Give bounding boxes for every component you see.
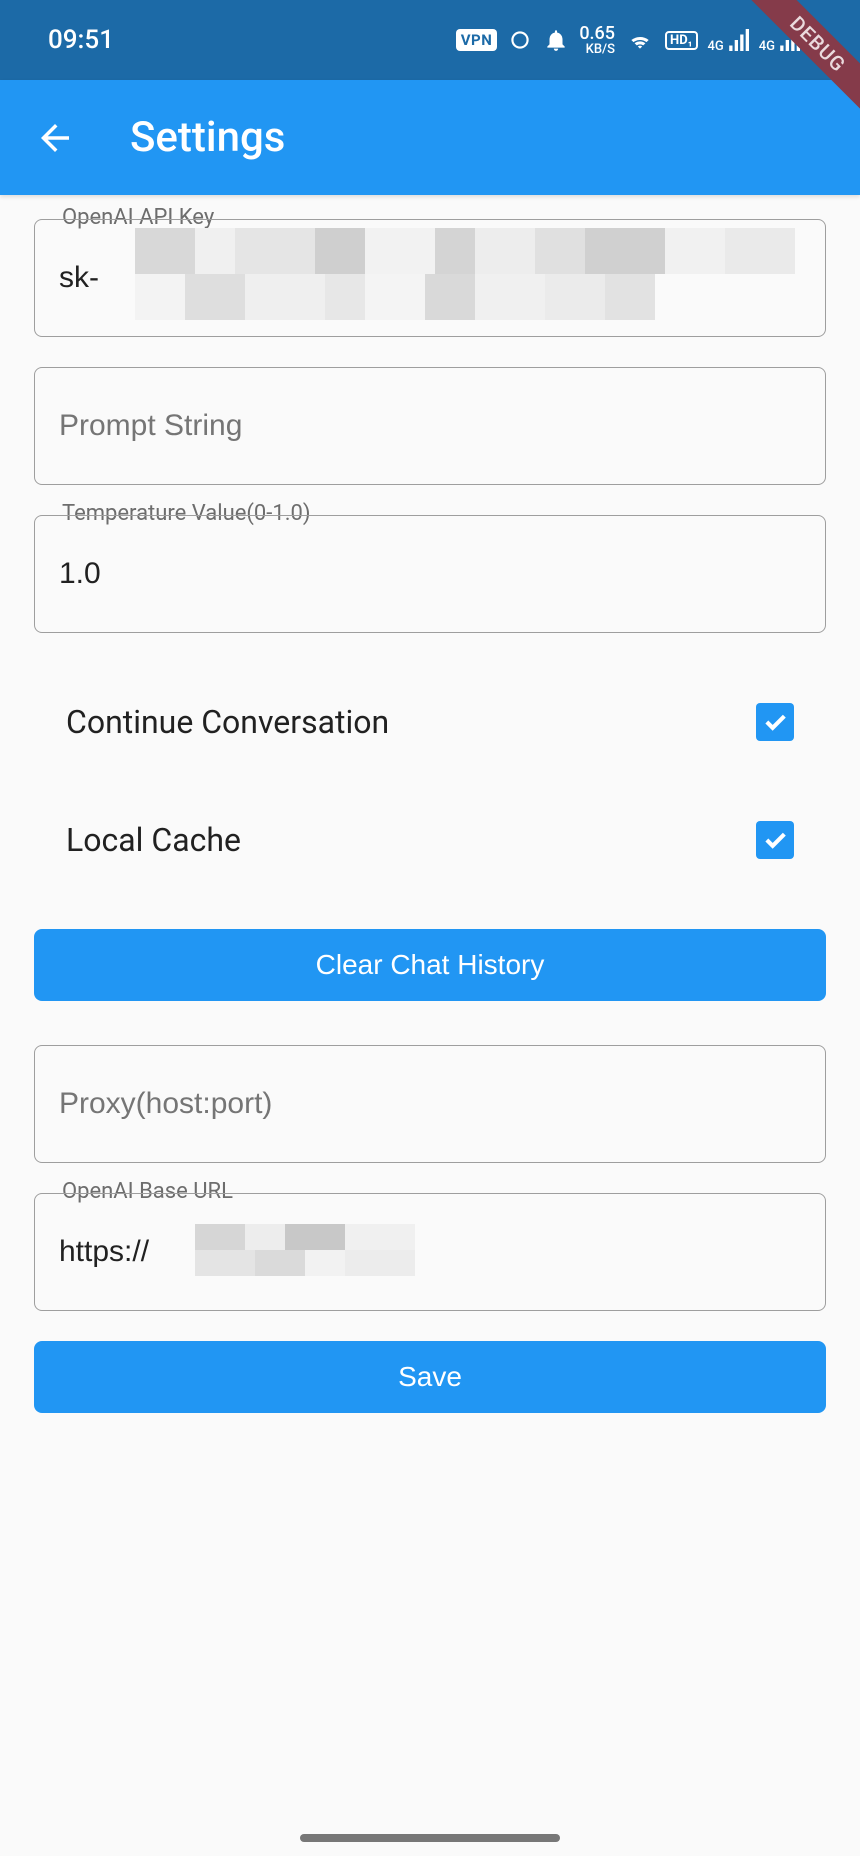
hd-badge: HD₁ <box>665 31 697 50</box>
continue-conversation-row: Continue Conversation <box>34 663 826 781</box>
prompt-field[interactable] <box>34 367 826 485</box>
continue-conversation-label: Continue Conversation <box>66 703 389 741</box>
base-url-input[interactable] <box>59 1235 801 1269</box>
save-button[interactable]: Save <box>34 1341 826 1413</box>
check-icon <box>761 708 789 736</box>
local-cache-checkbox[interactable] <box>756 821 794 859</box>
base-url-field-wrap: OpenAI Base URL <box>34 1193 826 1311</box>
redacted-overlay <box>135 228 819 328</box>
api-key-field[interactable] <box>34 219 826 337</box>
network-speed: 0.65 KB/S <box>579 25 615 56</box>
proxy-input[interactable] <box>59 1087 801 1121</box>
redacted-overlay <box>195 1224 415 1276</box>
api-key-field-wrap: OpenAI API Key <box>34 219 826 337</box>
status-right: VPN 0.65 KB/S HD₁ 4G 4G <box>456 25 830 56</box>
page-title: Settings <box>130 113 285 162</box>
wifi-icon <box>625 27 655 53</box>
local-cache-row: Local Cache <box>34 781 826 899</box>
mute-icon <box>543 27 569 53</box>
vpn-badge: VPN <box>456 29 498 51</box>
continue-conversation-checkbox[interactable] <box>756 703 794 741</box>
back-arrow-icon[interactable] <box>34 117 76 159</box>
prompt-input[interactable] <box>59 409 801 443</box>
status-bar: 09:51 VPN 0.65 KB/S HD₁ 4G 4G <box>0 0 860 80</box>
temperature-input[interactable] <box>59 557 801 591</box>
gesture-nav-bar[interactable] <box>300 1834 560 1842</box>
settings-form: OpenAI API Key Temperature Value(0-1.0) … <box>0 195 860 1413</box>
signal-4g-1: 4G <box>708 27 749 53</box>
local-cache-label: Local Cache <box>66 821 241 859</box>
prompt-field-wrap <box>34 367 826 485</box>
clear-history-button[interactable]: Clear Chat History <box>34 929 826 1001</box>
temperature-field-wrap: Temperature Value(0-1.0) <box>34 515 826 633</box>
proxy-field-wrap <box>34 1045 826 1163</box>
base-url-field[interactable] <box>34 1193 826 1311</box>
alarm-icon <box>507 27 533 53</box>
status-time: 09:51 <box>48 25 114 55</box>
proxy-field[interactable] <box>34 1045 826 1163</box>
temperature-field[interactable] <box>34 515 826 633</box>
check-icon <box>761 826 789 854</box>
app-bar: Settings <box>0 80 860 195</box>
